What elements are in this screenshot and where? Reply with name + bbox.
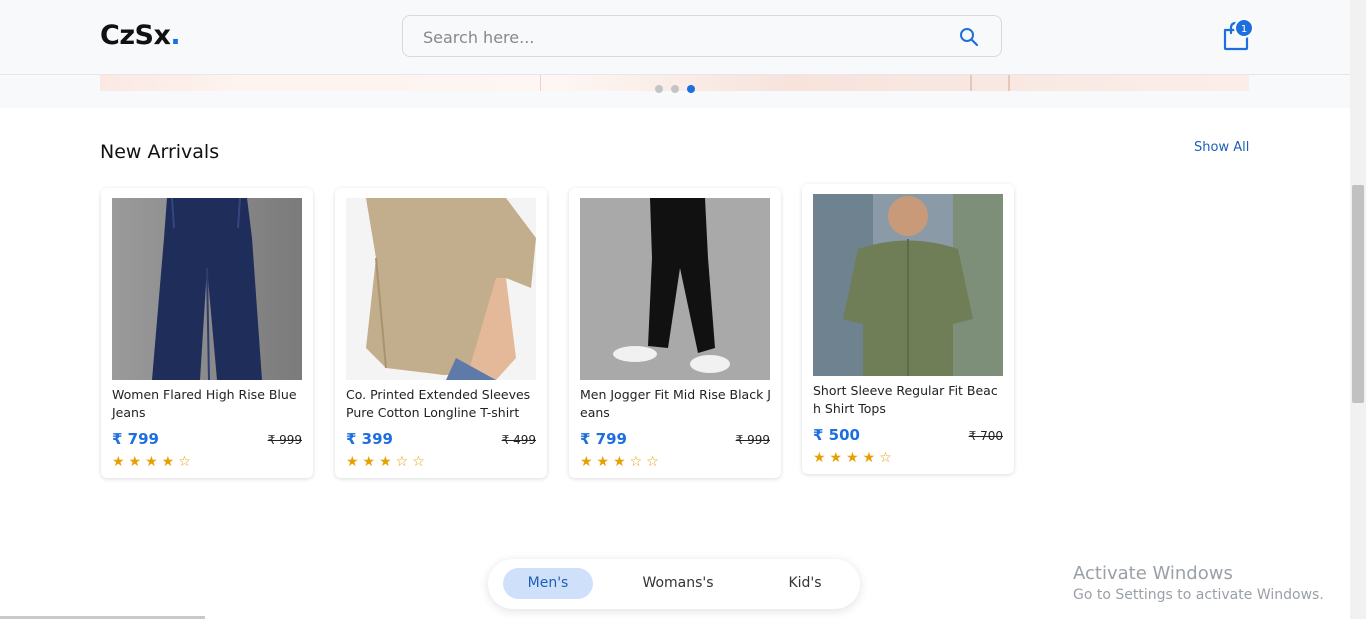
tab-kids[interactable]: Kid's (760, 568, 850, 599)
star-rating: ★★★☆☆ (580, 454, 663, 470)
product-image[interactable] (112, 198, 302, 380)
jogger-photo (580, 198, 770, 380)
product-old-price: ₹ 999 (267, 433, 302, 447)
carousel-indicators (655, 85, 695, 93)
product-old-price: ₹ 700 (968, 429, 1003, 443)
carousel-dot[interactable] (671, 85, 679, 93)
brand-logo[interactable]: CzSx. (100, 20, 181, 51)
jeans-photo (112, 198, 302, 380)
product-old-price: ₹ 499 (501, 433, 536, 447)
product-price: ₹ 500 (813, 426, 860, 444)
product-name[interactable]: Co. Printed Extended Sleeves Pure Cotton… (346, 386, 538, 422)
tab-womens[interactable]: Womans's (628, 568, 728, 599)
star-rating: ★★★☆☆ (346, 454, 429, 470)
banner-decoration (970, 75, 1010, 91)
shirt-photo (813, 194, 1003, 376)
product-card[interactable]: Women Flared High Rise Blue Jeans ₹ 799 … (101, 188, 313, 478)
show-all-link[interactable]: Show All (1194, 140, 1249, 155)
product-price: ₹ 799 (580, 430, 627, 448)
star-rating: ★★★★☆ (112, 454, 195, 470)
logo-text: CzSx (100, 20, 171, 51)
search-input[interactable] (423, 25, 923, 49)
product-card[interactable]: Short Sleeve Regular Fit Beach Shirt Top… (802, 184, 1014, 474)
product-card[interactable]: Men Jogger Fit Mid Rise Black Jeans ₹ 79… (569, 188, 781, 478)
scrollbar-thumb[interactable] (1352, 185, 1364, 403)
search-bar (402, 15, 1002, 57)
banner-decoration (540, 75, 600, 91)
hero-carousel (0, 75, 1350, 108)
product-old-price: ₹ 999 (735, 433, 770, 447)
product-name[interactable]: Women Flared High Rise Blue Jeans (112, 386, 304, 422)
star-rating: ★★★★☆ (813, 450, 896, 466)
product-image[interactable] (813, 194, 1003, 376)
product-price: ₹ 799 (112, 430, 159, 448)
section-title: New Arrivals (100, 141, 220, 163)
logo-dot: . (170, 20, 181, 51)
product-name[interactable]: Short Sleeve Regular Fit Beach Shirt Top… (813, 382, 1005, 418)
search-icon[interactable] (959, 27, 979, 47)
tab-mens[interactable]: Men's (503, 568, 593, 599)
product-image[interactable] (580, 198, 770, 380)
cart-count-badge: 1 (1234, 18, 1254, 38)
product-image[interactable] (346, 198, 536, 380)
product-card[interactable]: Co. Printed Extended Sleeves Pure Cotton… (335, 188, 547, 478)
top-header: CzSx. 1 (0, 0, 1350, 75)
product-name[interactable]: Men Jogger Fit Mid Rise Black Jeans (580, 386, 772, 422)
carousel-dot[interactable] (655, 85, 663, 93)
activate-windows-subtitle: Go to Settings to activate Windows. (1073, 587, 1324, 603)
carousel-dot-active[interactable] (687, 85, 695, 93)
product-price: ₹ 399 (346, 430, 393, 448)
category-tabs: Men's Womans's Kid's (488, 559, 860, 609)
activate-windows-title: Activate Windows (1073, 563, 1233, 584)
tshirt-photo (346, 198, 536, 380)
